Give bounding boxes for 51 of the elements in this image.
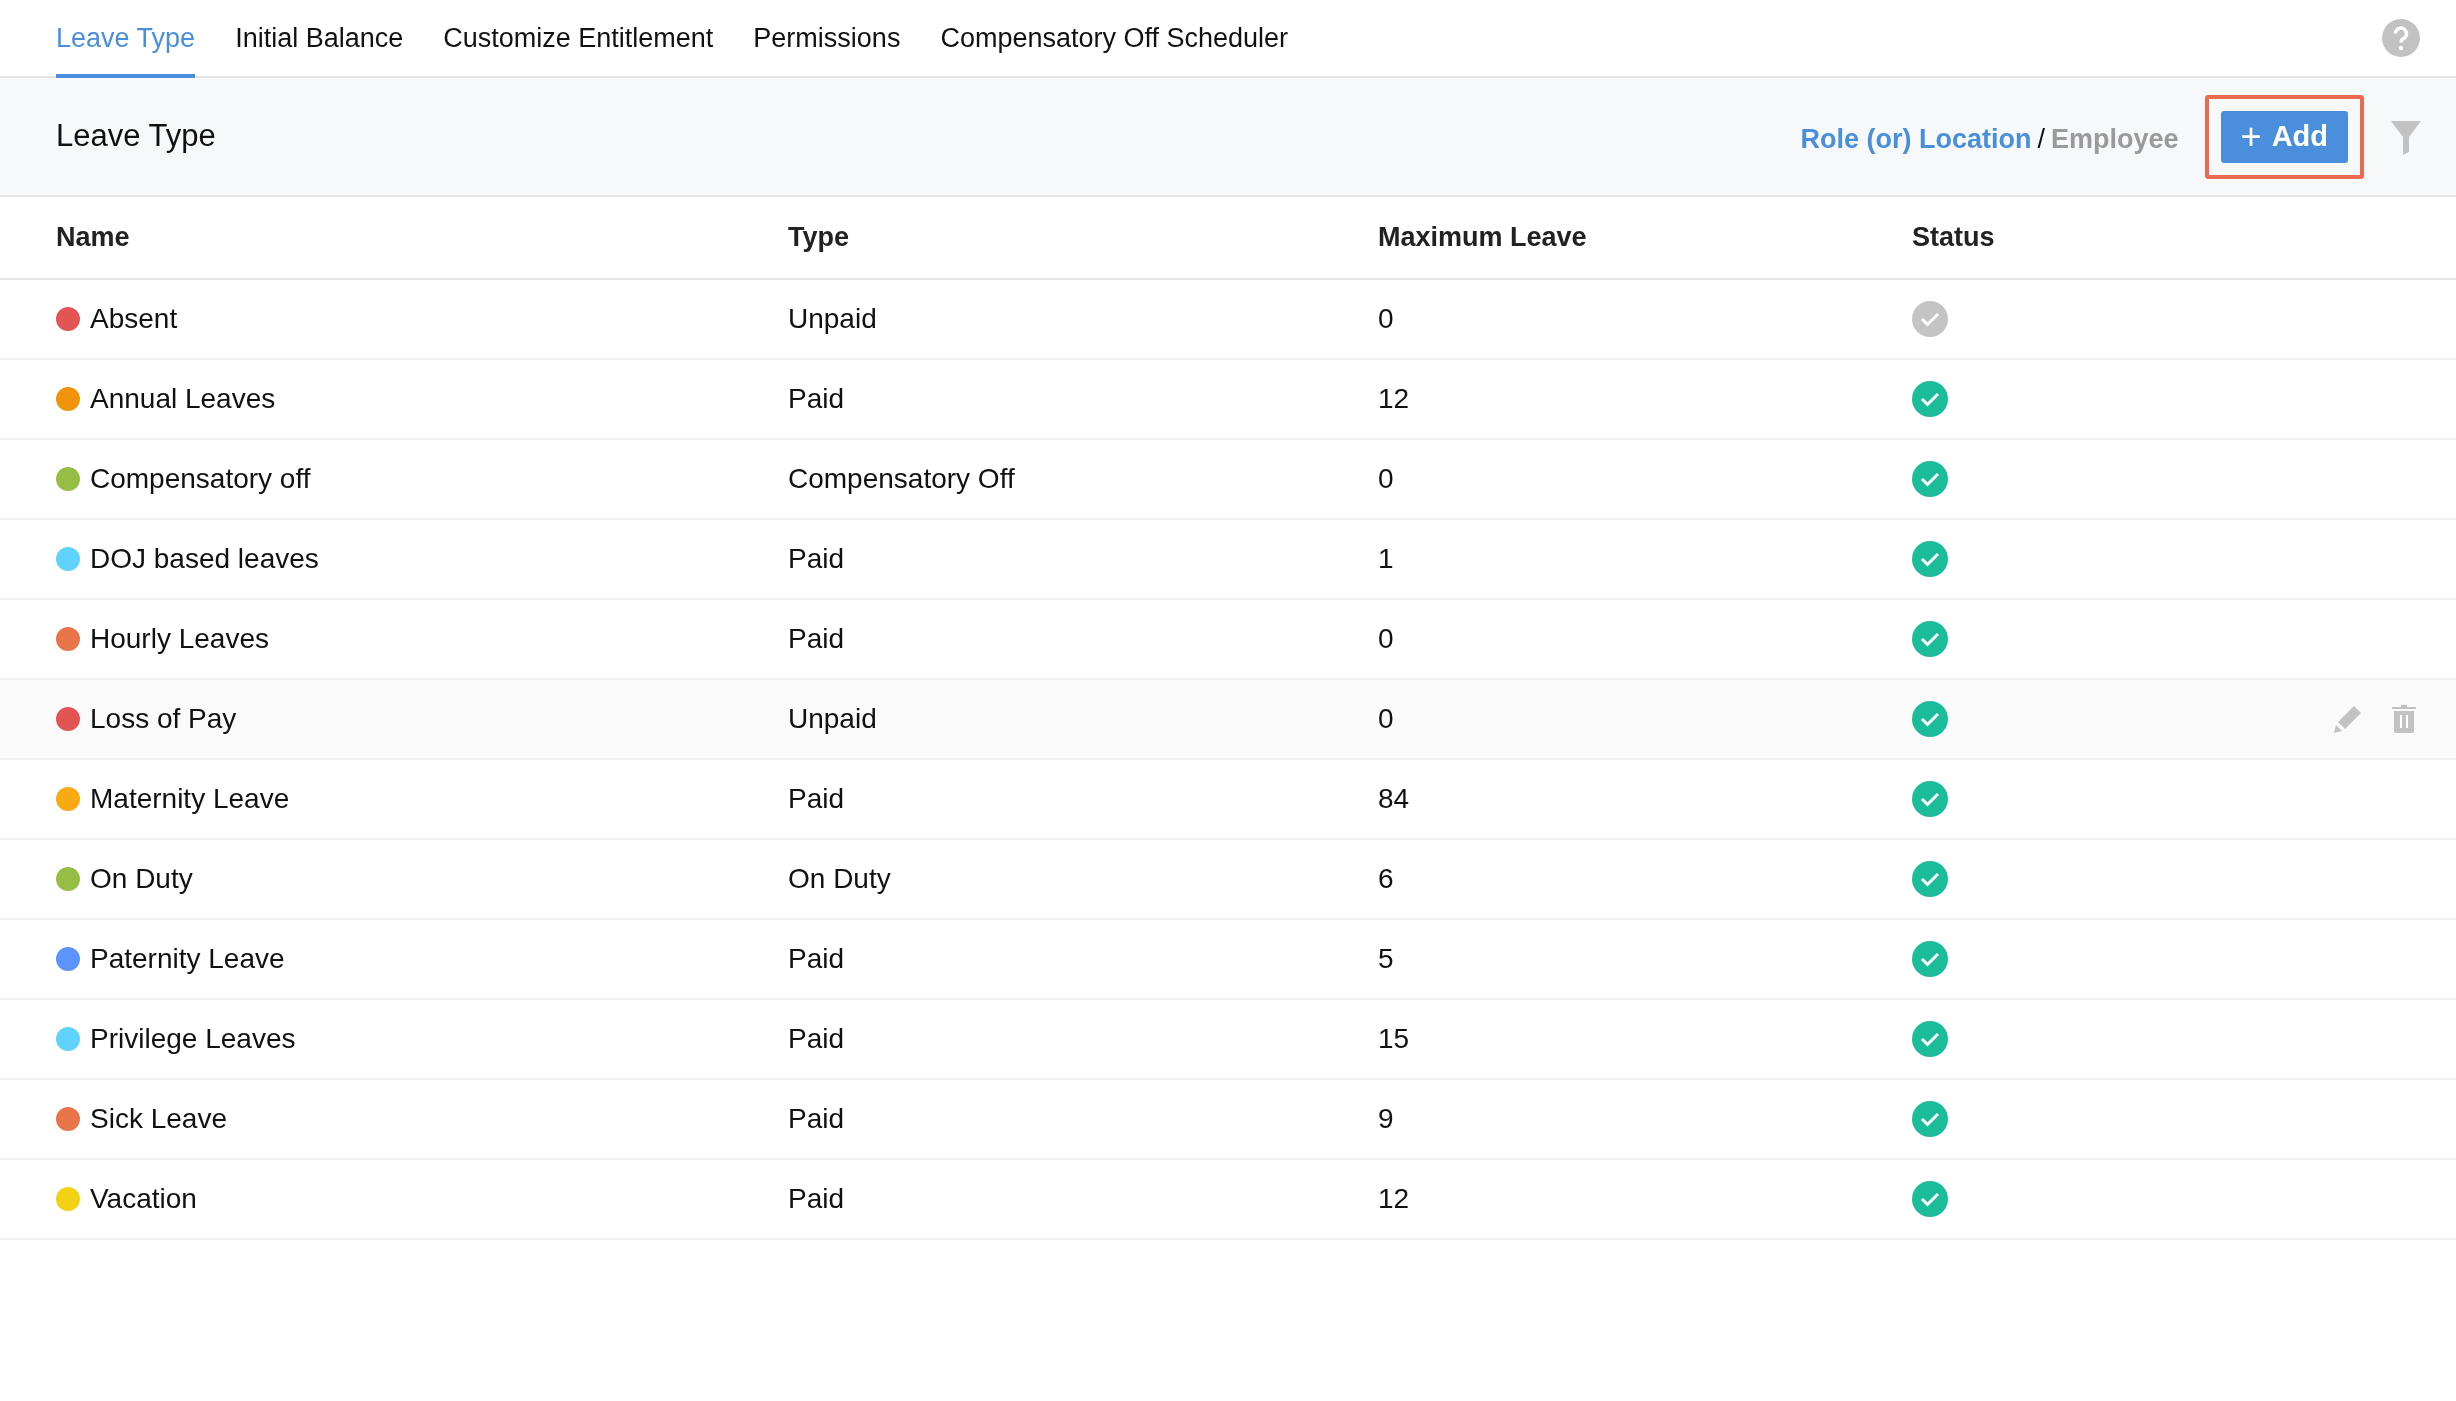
table-cell-text: Paid: [788, 542, 846, 576]
table-cell-text: 0: [1378, 702, 1395, 736]
column-header: Maximum Leave: [1378, 221, 1588, 255]
column-header: Status: [1912, 221, 1996, 255]
table-cell-text: Vacation: [90, 1182, 197, 1216]
table-cell-text: 12: [1378, 382, 1411, 416]
table-row[interactable]: Loss of Pay Unpaid 0: [0, 680, 2456, 760]
table-cell-text: Absent: [90, 302, 178, 336]
edit-icon[interactable]: [2334, 705, 2362, 733]
table-cell-text: Unpaid: [788, 302, 878, 336]
table-cell-text: DOJ based leaves: [90, 542, 319, 576]
table-cell-text: Paid: [788, 382, 846, 416]
delete-icon[interactable]: [2392, 705, 2416, 733]
table-cell-text: Compensatory off: [90, 462, 311, 496]
column-header: Type: [788, 221, 850, 255]
table-cell-text: 0: [1378, 462, 1395, 496]
table-cell-text: 5: [1378, 942, 1395, 976]
table-cell-text: On Duty: [788, 862, 892, 896]
separator: /: [2037, 123, 2046, 157]
table-cell-text: 15: [1378, 1022, 1411, 1056]
table-cell-text: Paid: [788, 782, 846, 816]
table-cell-text: 1: [1378, 542, 1395, 576]
tab[interactable]: Permissions: [753, 2, 901, 78]
table-cell-text: Paid: [788, 622, 846, 656]
table-cell-text: On Duty: [90, 862, 193, 896]
table-cell-text: Privilege Leaves: [90, 1022, 296, 1056]
tab[interactable]: Compensatory Off Scheduler: [940, 2, 1289, 78]
page-title: Leave Type: [56, 117, 217, 156]
table-cell-text: Hourly Leaves: [90, 622, 269, 656]
column-header: Name: [56, 221, 131, 255]
table-cell-text: Paid: [788, 942, 846, 976]
table-cell-text: Paid: [788, 1022, 846, 1056]
table-cell-text: Paid: [788, 1102, 846, 1136]
filter-icon[interactable]: [2390, 118, 2422, 155]
table-cell-text: Paid: [788, 1182, 846, 1216]
help-icon[interactable]: [2382, 19, 2420, 57]
table-cell-text: Sick Leave: [90, 1102, 227, 1136]
table-cell-text: Unpaid: [788, 702, 878, 736]
table-cell-text: Loss of Pay: [90, 702, 237, 736]
tab[interactable]: Initial Balance: [235, 2, 404, 78]
table-cell-text: 6: [1378, 862, 1395, 896]
table-cell-text: Annual Leaves: [90, 382, 276, 416]
table-cell-text: 9: [1378, 1102, 1395, 1136]
table-cell-text: 0: [1378, 622, 1395, 656]
table-cell-text: Maternity Leave: [90, 782, 290, 816]
table-cell-text: Paternity Leave: [90, 942, 285, 976]
table-cell-text: Compensatory Off: [788, 462, 1016, 496]
table-cell-text: 0: [1378, 302, 1395, 336]
tab[interactable]: Customize Entitlement: [443, 2, 714, 78]
table-cell-text: 84: [1378, 782, 1411, 816]
table-cell-text: 12: [1378, 1182, 1411, 1216]
